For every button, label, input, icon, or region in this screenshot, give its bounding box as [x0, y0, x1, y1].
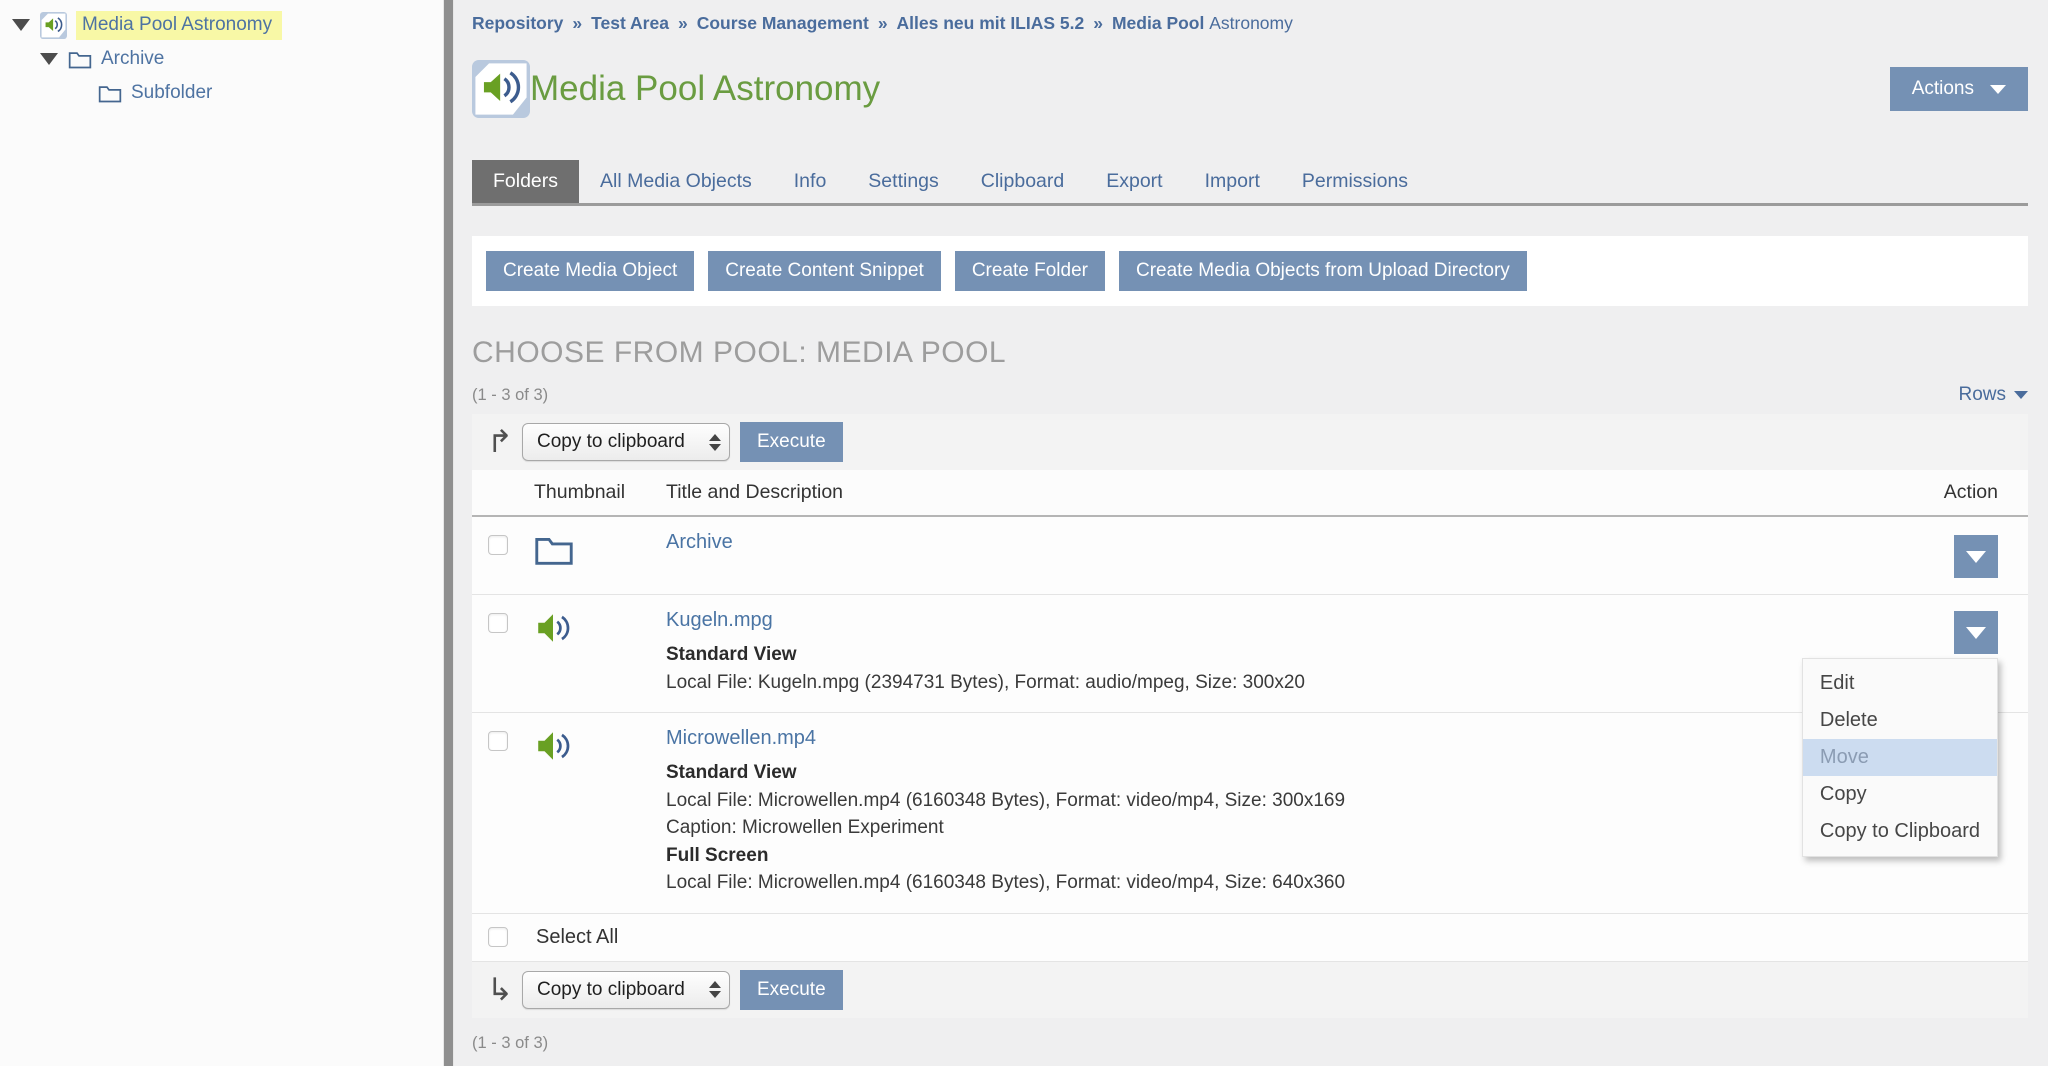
actions-button[interactable]: Actions — [1890, 67, 2028, 111]
audio-media-icon — [534, 609, 666, 696]
creation-toolbar: Create Media Object Create Content Snipp… — [472, 236, 2028, 306]
row-actions-dropdown-button[interactable] — [1954, 535, 1998, 578]
actions-button-label: Actions — [1912, 78, 1974, 100]
tree-item-label[interactable]: Subfolder — [131, 82, 212, 104]
pool-section-heading: CHOOSE FROM POOL: MEDIA POOL — [472, 336, 2028, 370]
item-title-link[interactable]: Kugeln.mpg — [666, 609, 773, 631]
select-stepper-icon — [701, 434, 729, 451]
result-range: (1 - 3 of 3) — [472, 1034, 2028, 1053]
tree: Media Pool Astronomy Archive Subfolder — [0, 0, 443, 110]
breadcrumb-separator: » — [1093, 13, 1103, 33]
tab-folders[interactable]: Folders — [472, 160, 579, 203]
table-row: Microwellen.mp4 Standard View Local File… — [472, 713, 2028, 914]
video-media-icon — [534, 727, 666, 897]
create-folder-button[interactable]: Create Folder — [955, 251, 1105, 291]
ilias-media-pool-page: Media Pool Astronomy Archive Subfolder — [0, 0, 2048, 1066]
expander-icon[interactable] — [40, 53, 58, 65]
bulk-command-bar-top: ↱ Copy to clipboard Execute — [472, 414, 2028, 470]
menu-item-copy[interactable]: Copy — [1803, 776, 1997, 813]
tab-import[interactable]: Import — [1184, 160, 1281, 203]
chevron-down-icon — [1990, 85, 2006, 94]
item-title-link[interactable]: Microwellen.mp4 — [666, 727, 816, 749]
column-header-thumbnail: Thumbnail — [534, 481, 666, 504]
select-stepper-icon — [701, 981, 729, 998]
rows-dropdown[interactable]: Rows — [1958, 384, 2028, 406]
media-pool-icon — [40, 12, 67, 39]
breadcrumb-separator: » — [572, 13, 582, 33]
item-title-link[interactable]: Archive — [666, 531, 733, 553]
breadcrumb-link[interactable]: Alles neu mit ILIAS 5.2 — [897, 13, 1085, 33]
table-row: Kugeln.mpg Standard View Local File: Kug… — [472, 595, 2028, 713]
tab-permissions[interactable]: Permissions — [1281, 160, 1429, 203]
apply-to-selection-bottom-icon: ↳ — [484, 975, 516, 1005]
row-actions-dropdown-button[interactable] — [1954, 611, 1998, 654]
breadcrumb: Repository » Test Area » Course Management » A… — [472, 0, 2028, 34]
tree-item-label[interactable]: Archive — [101, 48, 164, 70]
bulk-action-select-value: Copy to clipboard — [523, 431, 701, 453]
breadcrumb-current: Astronomy — [1209, 13, 1293, 33]
scrollbar-thumb[interactable] — [444, 0, 453, 1066]
tree-item-media-pool[interactable]: Media Pool Astronomy — [0, 8, 443, 42]
breadcrumb-link[interactable]: Course Management — [697, 13, 869, 33]
breadcrumb-link[interactable]: Repository — [472, 13, 563, 33]
item-description: Standard View Local File: Kugeln.mpg (23… — [666, 641, 1858, 696]
tree-scrollbar[interactable] — [443, 0, 454, 1066]
tab-all-media-objects[interactable]: All Media Objects — [579, 160, 773, 203]
chevron-down-icon — [2014, 391, 2028, 399]
expander-icon[interactable] — [12, 19, 30, 31]
row-checkbox[interactable] — [488, 613, 508, 633]
menu-item-move[interactable]: Move — [1803, 739, 1997, 776]
table-header-row: Thumbnail Title and Description Action — [472, 470, 2028, 517]
breadcrumb-separator: » — [678, 13, 688, 33]
bulk-command-bar-bottom: ↳ Copy to clipboard Execute — [472, 962, 2028, 1018]
repository-tree-panel: Media Pool Astronomy Archive Subfolder — [0, 0, 443, 1066]
breadcrumb-link[interactable]: Test Area — [591, 13, 669, 33]
bulk-action-select-value: Copy to clipboard — [523, 979, 701, 1001]
media-pool-icon — [472, 60, 530, 118]
bulk-action-select[interactable]: Copy to clipboard — [522, 423, 730, 461]
table-meta-row: (1 - 3 of 3) Rows — [472, 384, 2028, 406]
tab-export[interactable]: Export — [1085, 160, 1183, 203]
breadcrumb-separator: » — [878, 13, 888, 33]
tab-bar: Folders All Media Objects Info Settings … — [472, 160, 2028, 206]
column-header-action: Action — [1858, 481, 1998, 504]
column-header-title: Title and Description — [666, 481, 1858, 504]
tab-clipboard[interactable]: Clipboard — [960, 160, 1085, 203]
create-media-object-button[interactable]: Create Media Object — [486, 251, 694, 291]
tab-settings[interactable]: Settings — [847, 160, 959, 203]
create-content-snippet-button[interactable]: Create Content Snippet — [708, 251, 941, 291]
media-pool-table: ↱ Copy to clipboard Execute Thumbnail Ti… — [472, 414, 2028, 1018]
row-actions-context-menu: Edit Delete Move Copy Copy to Clipboard — [1802, 658, 1998, 857]
execute-button[interactable]: Execute — [740, 970, 843, 1010]
apply-to-selection-top-icon: ↱ — [484, 427, 516, 457]
select-all-checkbox[interactable] — [488, 927, 508, 947]
menu-item-edit[interactable]: Edit — [1803, 665, 1997, 702]
select-all-label: Select All — [536, 926, 618, 949]
tree-item-subfolder[interactable]: Subfolder — [0, 76, 443, 110]
main-area: Repository » Test Area » Course Management » A… — [454, 0, 2048, 1066]
select-all-row: Select All — [472, 914, 2028, 962]
item-description: Standard View Local File: Microwellen.mp… — [666, 759, 1858, 897]
menu-item-copy-to-clipboard[interactable]: Copy to Clipboard — [1803, 813, 1997, 850]
page-header: Media Pool Astronomy Actions — [472, 60, 2028, 118]
tree-item-archive[interactable]: Archive — [0, 42, 443, 76]
chevron-down-icon — [1966, 551, 1986, 563]
bulk-action-select[interactable]: Copy to clipboard — [522, 971, 730, 1009]
row-checkbox[interactable] — [488, 731, 508, 751]
table-row: Archive — [472, 517, 2028, 595]
create-from-upload-directory-button[interactable]: Create Media Objects from Upload Directo… — [1119, 251, 1527, 291]
rows-dropdown-label: Rows — [1958, 384, 2006, 406]
folder-icon — [98, 83, 122, 104]
folder-icon — [68, 49, 92, 70]
breadcrumb-link[interactable]: Media Pool — [1112, 13, 1204, 33]
tab-info[interactable]: Info — [773, 160, 848, 203]
page-title: Media Pool Astronomy — [530, 69, 880, 109]
folder-icon — [534, 531, 666, 578]
menu-item-delete[interactable]: Delete — [1803, 702, 1997, 739]
chevron-down-icon — [1966, 627, 1986, 639]
execute-button[interactable]: Execute — [740, 422, 843, 462]
row-checkbox[interactable] — [488, 535, 508, 555]
result-range: (1 - 3 of 3) — [472, 386, 548, 405]
tree-item-label[interactable]: Media Pool Astronomy — [76, 11, 282, 40]
